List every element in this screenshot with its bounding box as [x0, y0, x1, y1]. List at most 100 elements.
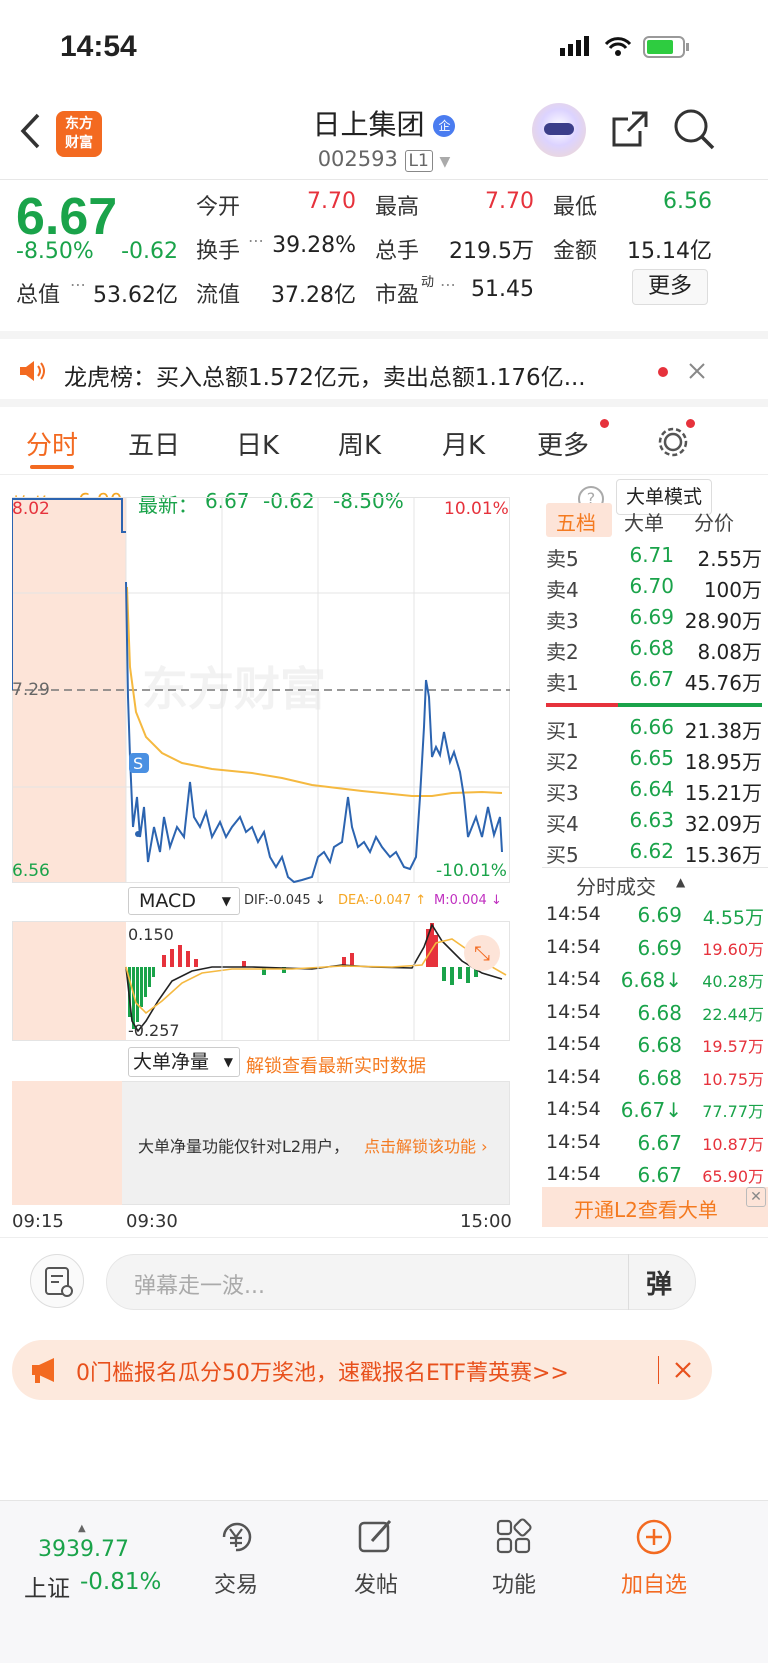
- search-icon[interactable]: [672, 107, 716, 151]
- row-volume: 18.95万: [684, 750, 762, 774]
- function-label: 功能: [491, 1573, 536, 1598]
- info-icon[interactable]: ⋯: [248, 231, 264, 250]
- unlock-link[interactable]: 解锁查看最新实时数据: [246, 1052, 426, 1078]
- bid-row: 买2 6.65 18.95万: [542, 746, 768, 776]
- ask-row: 卖3 6.69 28.90万: [542, 605, 768, 635]
- tab-monthly-k[interactable]: 月K: [442, 425, 485, 462]
- y-max: 8.02: [12, 499, 50, 519]
- dif-value: DIF:-0.045 ↓: [244, 893, 326, 908]
- dropdown-icon: ▼: [221, 894, 231, 908]
- row-price: 6.65: [629, 746, 674, 770]
- dropdown-icon: ▼: [439, 154, 451, 170]
- tick-volume: 4.55万: [702, 907, 764, 929]
- up-arrow-icon: ▲: [78, 1523, 86, 1534]
- status-time: 14:54: [60, 30, 137, 63]
- row-label: 买2: [546, 750, 579, 774]
- tab-five-day[interactable]: 五日: [128, 425, 180, 462]
- tick-price: 6.67: [637, 1163, 682, 1187]
- row-price: 6.62: [629, 839, 674, 863]
- row-label: 卖2: [546, 640, 579, 664]
- row-volume: 15.21万: [684, 781, 762, 805]
- danmaku-button[interactable]: 弹: [646, 1264, 672, 1301]
- tick-volume: 10.87万: [702, 1134, 764, 1154]
- row-volume: 21.38万: [684, 719, 762, 743]
- y-mid: 7.29: [12, 680, 50, 700]
- comment-list-icon[interactable]: [30, 1254, 84, 1308]
- expand-icon[interactable]: ⤡: [464, 935, 500, 971]
- macd-selector[interactable]: MACD ▼: [128, 887, 240, 915]
- macd-low: -0.257: [128, 1021, 180, 1040]
- tick-row: 14:54 6.69 4.55万: [542, 901, 768, 931]
- close-icon[interactable]: ✕: [746, 1187, 766, 1207]
- function-button[interactable]: 功能: [454, 1513, 574, 1599]
- low-value: 6.56: [663, 189, 712, 214]
- index-value[interactable]: 3939.77: [38, 1537, 129, 1562]
- close-icon[interactable]: [674, 1361, 692, 1379]
- tab-big-order[interactable]: 大单: [624, 507, 664, 536]
- pct-change: -8.50%: [16, 239, 94, 264]
- info-icon[interactable]: ⋯: [70, 275, 86, 294]
- tab-five-level[interactable]: 五档: [556, 507, 596, 536]
- turnover-label: 换手: [196, 239, 241, 264]
- dragon-tiger-notice[interactable]: 龙虎榜：买入总额1.572亿元，卖出总额1.176亿...: [0, 339, 768, 407]
- plus-circle-icon: [636, 1519, 672, 1555]
- high-value: 7.70: [485, 189, 534, 214]
- stock-code[interactable]: 002593 L1 ▼: [0, 147, 768, 172]
- pct-max: 10.01%: [444, 499, 509, 519]
- float-label: 流值: [196, 283, 241, 308]
- l2-unlock-link[interactable]: 点击解锁该功能 ›: [364, 1133, 488, 1157]
- macd-label: MACD: [139, 890, 196, 912]
- promo-banner[interactable]: 0门槛报名瓜分50万奖池，速戳报名ETF菁英赛>>: [12, 1340, 712, 1400]
- time-open: 09:30: [126, 1211, 178, 1232]
- l2-upgrade-text: 开通L2查看大单: [574, 1198, 718, 1222]
- pe-value: 51.45: [471, 277, 534, 302]
- tick-price: 6.67↓: [620, 1098, 682, 1122]
- bottom-toolbar: ▲ 3939.77 上证 -0.81% 交易 发帖 功能 加自选: [0, 1500, 768, 1663]
- tick-price: 6.68↓: [620, 968, 682, 992]
- sort-up-icon[interactable]: ▲: [676, 875, 685, 889]
- row-price: 6.70: [629, 574, 674, 598]
- tab-intraday[interactable]: 分时: [26, 425, 78, 462]
- tab-more[interactable]: 更多: [537, 425, 589, 462]
- settings-icon[interactable]: [656, 425, 690, 459]
- trade-button[interactable]: 交易: [176, 1513, 296, 1599]
- level-badge: L1: [404, 150, 433, 172]
- s-marker: S: [133, 754, 143, 773]
- m-value: M:0.004 ↓: [434, 893, 502, 908]
- row-label: 买4: [546, 812, 579, 836]
- tick-row: 14:54 6.68 19.57万: [542, 1031, 768, 1061]
- row-label: 卖4: [546, 578, 579, 602]
- post-button[interactable]: 发帖: [316, 1513, 436, 1599]
- nav-header: 东方 财富 日上集团 企 002593 L1 ▼: [0, 95, 768, 180]
- add-watchlist-button[interactable]: 加自选: [594, 1513, 714, 1599]
- row-label: 买5: [546, 843, 579, 867]
- dea-value: DEA:-0.047 ↑: [338, 893, 427, 908]
- tab-price-dist[interactable]: 分价: [694, 507, 734, 536]
- info-icon[interactable]: ⋯: [440, 275, 456, 294]
- row-volume: 8.08万: [697, 640, 762, 664]
- tick-row: 14:54 6.67↓ 77.77万: [542, 1096, 768, 1126]
- row-volume: 32.09万: [684, 812, 762, 836]
- price-chart: S: [12, 497, 510, 884]
- status-bar: 14:54: [0, 0, 768, 95]
- ask-row: 卖1 6.67 45.76万: [542, 667, 768, 697]
- big-order-selector[interactable]: 大单净量 ▼: [128, 1047, 240, 1077]
- share-icon[interactable]: [610, 109, 650, 149]
- time-start: 09:15: [12, 1211, 64, 1232]
- row-price: 6.66: [629, 715, 674, 739]
- more-button[interactable]: 更多: [632, 269, 708, 305]
- open-value: 7.70: [307, 189, 356, 214]
- ask-bar: [546, 703, 618, 707]
- tab-daily-k[interactable]: 日K: [236, 425, 279, 462]
- tick-row: 14:54 6.69 19.60万: [542, 934, 768, 964]
- trade-label: 交易: [213, 1573, 258, 1598]
- order-book-panel: 五档 大单 分价 卖5 6.71 2.55万 卖4 6.70 100万 卖3 6.69 28.9…: [542, 497, 768, 1237]
- tick-price: 6.68: [637, 1000, 682, 1025]
- open-label: 今开: [196, 195, 241, 220]
- robot-assistant-icon[interactable]: [532, 103, 586, 157]
- tab-weekly-k[interactable]: 周K: [338, 425, 381, 462]
- close-icon[interactable]: [688, 362, 706, 380]
- price-line: [125, 581, 503, 884]
- tick-row: 14:54 6.68↓ 40.28万: [542, 966, 768, 996]
- stock-name: 日上集团: [312, 108, 425, 141]
